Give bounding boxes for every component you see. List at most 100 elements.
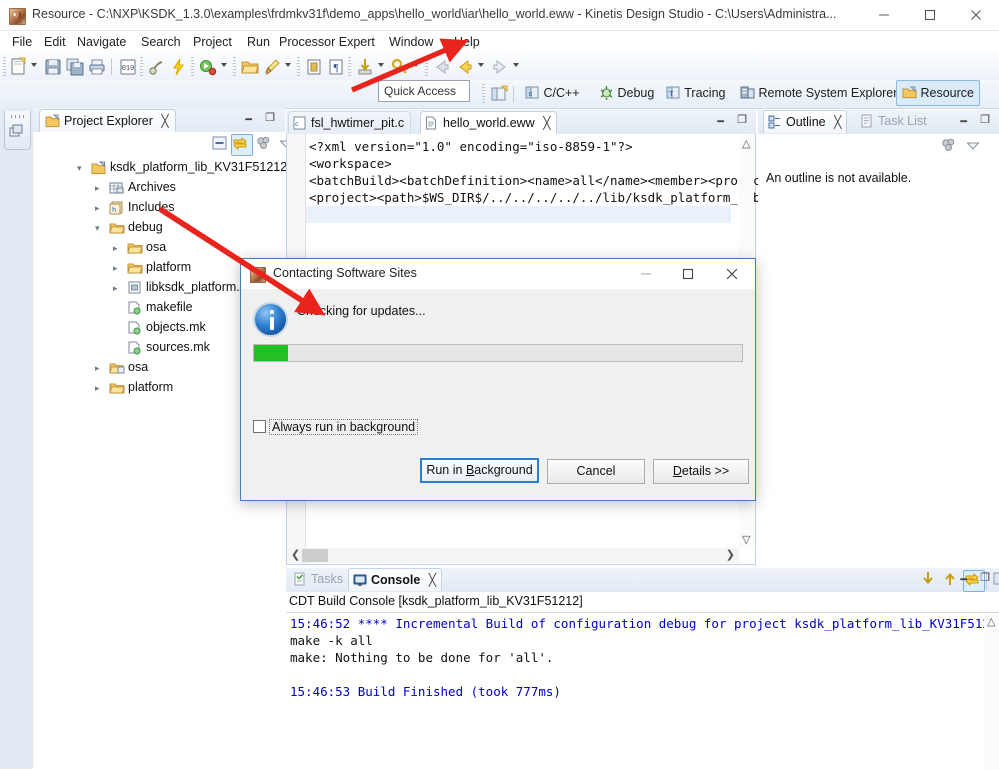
window-maximize-button[interactable] xyxy=(907,0,953,30)
scroll-up-icon[interactable] xyxy=(941,570,961,590)
always-run-in-background-checkbox[interactable] xyxy=(253,420,266,433)
editor-tab-1-close[interactable]: ╳ xyxy=(543,116,550,130)
console-scroll-up-arrow-icon[interactable]: △ xyxy=(987,615,995,628)
editor-horizontal-scrollbar[interactable]: ❮ ❯ xyxy=(288,548,739,563)
forward-yellow-icon[interactable] xyxy=(455,57,475,77)
editor-tab-fsl-hwtimer-pit-c[interactable]: c fsl_hwtimer_pit.c xyxy=(288,111,412,134)
scroll-right-arrow-icon[interactable]: ❯ xyxy=(726,548,735,561)
console-maximize[interactable]: ❐ xyxy=(980,571,990,584)
console-vertical-scrollbar[interactable]: △ xyxy=(984,613,999,770)
back-icon[interactable] xyxy=(432,57,452,77)
menu-run[interactable]: Run xyxy=(243,34,274,50)
debug-icon[interactable] xyxy=(198,57,218,77)
menu-project[interactable]: Project xyxy=(189,34,236,50)
clear-console-icon[interactable] xyxy=(992,570,999,590)
dialog-close-button[interactable] xyxy=(711,259,753,289)
save-all-icon[interactable] xyxy=(65,57,85,77)
forward-dropdown-icon[interactable] xyxy=(478,63,484,67)
toolbar-drag-handle[interactable] xyxy=(3,57,6,76)
twisty-closed-icon[interactable]: ▸ xyxy=(95,183,105,193)
tree-item-debug[interactable]: ▾ debug xyxy=(33,218,285,238)
menu-window[interactable]: Window xyxy=(385,34,437,50)
view-dropdown-icon-outline[interactable] xyxy=(964,136,984,156)
twisty-closed-icon-6[interactable]: ▸ xyxy=(95,363,105,373)
project-explorer-minimize[interactable]: ━ xyxy=(245,113,252,126)
paint-dropdown-icon[interactable] xyxy=(285,63,291,67)
perspective-cpp[interactable]: c C/C++ xyxy=(520,81,585,105)
toolbar-drag-handle-4[interactable] xyxy=(233,57,236,76)
editor-maximize[interactable]: ❐ xyxy=(737,113,747,126)
quick-access-input[interactable]: Quick Access xyxy=(378,80,470,102)
editor-tab-hello-world-eww[interactable]: hello_world.eww ╳ xyxy=(420,111,558,134)
restore-view-button[interactable] xyxy=(4,111,31,150)
twisty-closed-icon-7[interactable]: ▸ xyxy=(95,383,105,393)
dialog-minimize-button[interactable] xyxy=(625,259,667,289)
console-minimize[interactable]: ━ xyxy=(960,573,967,586)
print-icon[interactable] xyxy=(87,57,107,77)
build-icon[interactable] xyxy=(147,57,167,77)
debug-dropdown-icon[interactable] xyxy=(221,63,227,67)
scroll-down-arrow-icon[interactable]: ▽ xyxy=(742,533,750,546)
paint-brush-icon[interactable] xyxy=(262,57,282,77)
twisty-closed-icon-5[interactable]: ▸ xyxy=(113,283,123,293)
tree-item-project[interactable]: ▾ ksdk_platform_lib_KV31F51212 xyxy=(33,158,287,178)
download-icon[interactable] xyxy=(355,57,375,77)
open-perspective-icon[interactable] xyxy=(489,84,509,104)
tree-item-includes[interactable]: ▸ h Includes xyxy=(33,198,285,218)
tab-project-explorer[interactable]: Project Explorer ╳ xyxy=(39,109,176,132)
link-with-editor-icon[interactable] xyxy=(231,134,253,156)
tab-project-explorer-close[interactable]: ╳ xyxy=(161,114,168,128)
new-file-dropdown-icon[interactable] xyxy=(31,63,37,67)
save-icon[interactable] xyxy=(43,57,63,77)
twisty-open-icon[interactable]: ▾ xyxy=(77,163,87,173)
twisty-closed-icon-3[interactable]: ▸ xyxy=(113,243,123,253)
menu-file[interactable]: File xyxy=(8,34,36,50)
outline-minimize[interactable]: ━ xyxy=(960,115,967,128)
binary-icon[interactable]: 010 xyxy=(118,57,138,77)
tab-outline-close[interactable]: ╳ xyxy=(834,115,841,129)
perspective-remote-system-explorer[interactable]: Remote System Explorer xyxy=(735,81,902,105)
pilcrow-icon[interactable]: ¶ xyxy=(326,57,346,77)
project-explorer-maximize[interactable]: ❐ xyxy=(265,111,275,124)
run-in-background-button[interactable]: Run in Background xyxy=(420,458,539,483)
next-icon[interactable] xyxy=(490,57,510,77)
download-dropdown-icon[interactable] xyxy=(378,63,384,67)
editor-minimize[interactable]: ━ xyxy=(717,115,724,128)
perspective-drag-handle[interactable] xyxy=(482,84,485,103)
scroll-left-arrow-icon[interactable]: ❮ xyxy=(291,548,300,561)
menu-processor-expert[interactable]: Processor Expert xyxy=(275,34,379,50)
tab-console[interactable]: Console ╳ xyxy=(348,568,443,591)
outline-maximize[interactable]: ❐ xyxy=(980,113,990,126)
tab-console-close[interactable]: ╳ xyxy=(429,573,436,587)
perspective-tracing[interactable]: T Tracing xyxy=(661,81,730,105)
window-minimize-button[interactable] xyxy=(861,0,907,30)
toggle-block-icon[interactable] xyxy=(304,57,324,77)
menu-help[interactable]: Help xyxy=(450,34,484,50)
toolbar-drag-handle-3[interactable] xyxy=(191,57,194,76)
menu-edit[interactable]: Edit xyxy=(40,34,70,50)
twisty-closed-icon-4[interactable]: ▸ xyxy=(113,263,123,273)
menu-search[interactable]: Search xyxy=(137,34,185,50)
open-folder-icon[interactable] xyxy=(240,57,260,77)
toolbar-drag-handle-2[interactable] xyxy=(140,57,143,76)
tab-tasks[interactable]: Tasks xyxy=(291,568,348,590)
twisty-closed-icon-2[interactable]: ▸ xyxy=(95,203,105,213)
perspective-resource[interactable]: Resource xyxy=(896,80,980,106)
toolbar-drag-handle-7[interactable] xyxy=(425,57,428,76)
collapse-all-icon[interactable] xyxy=(211,134,231,154)
tree-item-archives[interactable]: ▸ Archives xyxy=(33,178,285,198)
details-button[interactable]: Details >> xyxy=(653,459,749,484)
window-close-button[interactable] xyxy=(953,0,999,30)
view-menu-icon-outline[interactable] xyxy=(940,136,960,156)
next-dropdown-icon[interactable] xyxy=(513,63,519,67)
toolbar-drag-handle-5[interactable] xyxy=(297,57,300,76)
tree-item-osa-debug[interactable]: ▸ osa xyxy=(33,238,285,258)
key-icon[interactable] xyxy=(390,57,410,77)
key-dropdown-icon[interactable] xyxy=(413,63,419,67)
perspective-debug[interactable]: Debug xyxy=(594,81,659,105)
toolbar-drag-handle-6[interactable] xyxy=(348,57,351,76)
view-menu-icon[interactable] xyxy=(255,134,275,154)
scroll-down-icon[interactable] xyxy=(919,570,939,590)
new-file-icon[interactable] xyxy=(9,57,29,77)
cancel-button[interactable]: Cancel xyxy=(547,459,645,484)
